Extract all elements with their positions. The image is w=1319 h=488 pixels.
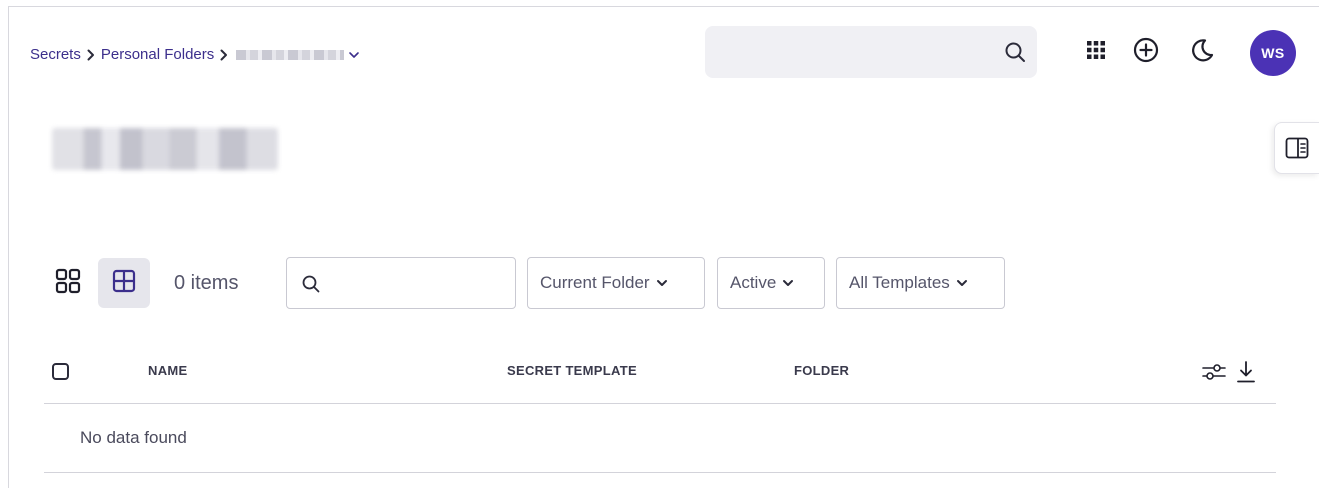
global-search-input[interactable] xyxy=(705,26,1037,78)
dropdown-label: Current Folder xyxy=(540,273,650,292)
apps-grid-icon[interactable] xyxy=(1082,36,1110,64)
select-all-checkbox[interactable] xyxy=(52,363,69,380)
table-view-button[interactable] xyxy=(98,258,150,308)
current-folder-dropdown[interactable]: Current Folder xyxy=(527,257,705,309)
chevron-down-icon xyxy=(956,278,968,288)
table-view-icon xyxy=(111,268,137,299)
empty-state-message: No data found xyxy=(80,428,187,447)
chevron-down-icon xyxy=(656,278,668,288)
status-dropdown[interactable]: Active xyxy=(717,257,825,309)
column-header-secret-template[interactable]: SECRET TEMPLATE xyxy=(507,363,637,378)
dark-mode-moon-icon[interactable] xyxy=(1188,36,1216,64)
breadcrumb: Secrets Personal Folders xyxy=(30,46,360,63)
column-header-name[interactable]: NAME xyxy=(148,363,187,378)
column-header-folder[interactable]: FOLDER xyxy=(794,363,849,378)
chevron-right-icon xyxy=(219,49,229,61)
chevron-right-icon xyxy=(86,49,96,61)
breadcrumb-current-folder-redacted[interactable] xyxy=(236,49,345,60)
chevron-down-icon xyxy=(782,278,794,288)
chevron-down-icon[interactable] xyxy=(348,50,360,60)
user-avatar[interactable]: WS xyxy=(1250,30,1296,76)
search-icon xyxy=(301,274,321,299)
templates-dropdown[interactable]: All Templates xyxy=(836,257,1005,309)
breadcrumb-secrets[interactable]: Secrets xyxy=(30,46,81,63)
dropdown-label: All Templates xyxy=(849,273,950,292)
column-settings-sliders-icon[interactable] xyxy=(1200,358,1228,386)
grid-view-icon xyxy=(54,267,82,300)
dropdown-label: Active xyxy=(730,273,777,292)
breadcrumb-personal-folders[interactable]: Personal Folders xyxy=(101,46,214,63)
add-circle-icon[interactable] xyxy=(1132,36,1160,64)
filter-search-input[interactable] xyxy=(286,257,516,309)
table-header: NAME SECRET TEMPLATE FOLDER xyxy=(44,352,1276,404)
empty-state-row: No data found xyxy=(44,404,1276,473)
side-panel-toggle-icon[interactable] xyxy=(1274,122,1319,174)
download-icon[interactable] xyxy=(1232,358,1260,386)
page-title-redacted xyxy=(52,128,278,170)
search-icon[interactable] xyxy=(1003,40,1027,69)
grid-view-button[interactable] xyxy=(42,258,94,308)
item-count: 0 items xyxy=(174,272,239,294)
